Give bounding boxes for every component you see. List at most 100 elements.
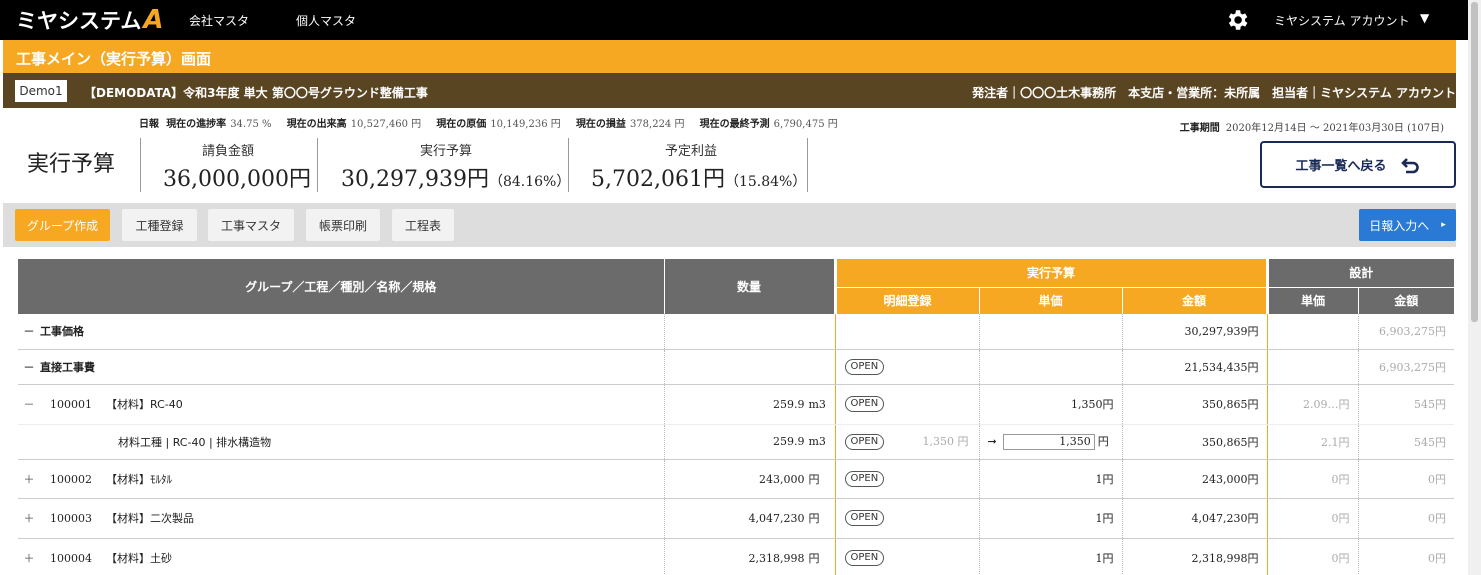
chevron-down-icon[interactable]: ▼ — [1420, 11, 1429, 25]
row-name: 材料工種 | RC-40 | 排水構造物 — [18, 424, 665, 460]
register-work-type-button[interactable]: 工種登録 — [122, 209, 197, 241]
metric-label: 予定利益 — [664, 144, 717, 159]
budget-amount: 350,865円 — [1122, 424, 1268, 460]
return-icon — [1400, 157, 1419, 173]
metric-percent: （15.84%） — [724, 174, 807, 190]
summary-panel: 日報 現在の進捗率 34.75 % 現在の出来高 10,527,460 円 現在の原… — [3, 108, 1456, 203]
arrow-right-icon: ▸ — [1441, 220, 1446, 230]
row-unit: 円 — [808, 512, 820, 525]
create-group-button[interactable]: グループ作成 — [15, 209, 110, 241]
design-amount: 6,903,275円 — [1358, 314, 1455, 350]
budget-unit-price: 1,350円 — [979, 384, 1123, 425]
unit-price-input[interactable]: 1,350 — [1002, 434, 1095, 450]
contract-amount: 請負金額 36,000,000円 — [163, 140, 311, 193]
period-value: 2020年12月14日 〜 2021年03月30日 (107日) — [1225, 123, 1444, 134]
stat-value: 10,149,236 円 — [490, 119, 561, 130]
row-unit: m3 — [808, 397, 826, 411]
col-budget-header: 実行予算 — [835, 259, 1269, 288]
row-unit: 円 — [808, 472, 820, 486]
execution-budget: 実行予算 30,297,939円（84.16%） — [341, 140, 570, 193]
expand-toggle[interactable]: ＋ — [18, 510, 40, 526]
toolbar: グループ作成 工種登録 工事マスタ 帳票印刷 工程表 日報入力へ ▸ — [3, 203, 1456, 247]
table-row: －工事価格 30,297,939円 6,903,275円 — [18, 314, 1455, 350]
metric-percent: （84.16%） — [488, 174, 571, 190]
collapse-toggle[interactable]: － — [18, 323, 40, 339]
project-info-bar: Demo1 【DEMODATA】令和3年度 単大 第〇〇号グラウンド整備工事 発… — [3, 73, 1456, 108]
stat-value: 10,527,460 円 — [350, 119, 422, 130]
schedule-button[interactable]: 工程表 — [392, 209, 454, 241]
gear-icon[interactable] — [1224, 7, 1250, 33]
row-code: 100003 — [50, 512, 92, 525]
row-code: 100004 — [50, 552, 92, 565]
open-button[interactable]: OPEN — [844, 396, 885, 412]
demo-badge: Demo1 — [15, 80, 67, 102]
open-button[interactable]: OPEN — [844, 550, 885, 566]
design-amount: 0円 — [1358, 459, 1455, 499]
row-qty: 259.9 — [773, 397, 805, 411]
budget-amount: 30,297,939円 — [1122, 314, 1268, 350]
stat-label: 現在の最終予測 — [699, 119, 770, 130]
project-name: 【DEMODATA】令和3年度 単大 第〇〇号グラウンド整備工事 — [84, 86, 428, 100]
row-qty: 259.9 — [773, 435, 805, 448]
nav-company-master[interactable]: 会社マスタ — [189, 12, 249, 29]
period-label: 工事期間 — [1179, 123, 1220, 134]
open-button[interactable]: OPEN — [844, 510, 885, 526]
row-code: 100002 — [50, 472, 92, 486]
table-row: ＋ 100003 【材料】二次製品 4,047,230 円 OPEN 1円 4,047… — [18, 498, 1455, 539]
budget-unit-price: 1円 — [979, 459, 1123, 499]
design-amount: 0円 — [1358, 498, 1455, 539]
divider — [807, 138, 808, 192]
back-button-label: 工事一覧へ戻る — [1295, 159, 1387, 174]
row-qty: 243,000 — [759, 472, 805, 486]
expand-toggle[interactable]: ＋ — [18, 550, 40, 566]
stat-value: 378,224 円 — [629, 119, 685, 130]
divider — [568, 138, 569, 192]
design-unit-price: 0円 — [1267, 459, 1359, 499]
table-row: －直接工事費 OPEN 21,534,435円 6,903,275円 — [18, 349, 1455, 385]
daily-report-button[interactable]: 日報入力へ ▸ — [1359, 209, 1456, 241]
row-name: 【材料】RC-40 — [106, 398, 183, 411]
row-name: 直接工事費 — [40, 360, 95, 374]
stat-value: 34.75 % — [230, 119, 272, 130]
open-button[interactable]: OPEN — [844, 358, 885, 375]
table-row: ＋ 100004 【材料】土砂 2,318,998 円 OPEN 1円 2,318,9… — [18, 538, 1455, 575]
stat-label: 現在の損益 — [575, 119, 626, 130]
nav-personal-master[interactable]: 個人マスタ — [296, 12, 356, 29]
design-unit-price: 0円 — [1267, 498, 1359, 539]
arrow-right-icon: ➞ — [987, 435, 997, 448]
table-row: 材料工種 | RC-40 | 排水構造物 259.9 m3 OPEN 1,350 円… — [18, 424, 1455, 460]
expand-toggle[interactable]: ＋ — [18, 471, 40, 487]
col-design-header: 設計 — [1267, 259, 1455, 288]
design-amount: 0円 — [1358, 538, 1455, 575]
logo-text: ミヤシステム — [16, 9, 142, 33]
account-menu[interactable]: ミヤシステム アカウント — [1274, 12, 1409, 29]
print-forms-button[interactable]: 帳票印刷 — [306, 209, 380, 241]
col-unit-price-header: 単価 — [979, 287, 1123, 314]
work-master-button[interactable]: 工事マスタ — [208, 209, 294, 241]
open-button[interactable]: OPEN — [844, 433, 885, 450]
stat-label: 日報 — [139, 119, 159, 130]
row-code: 100001 — [50, 398, 92, 411]
budget-title: 実行予算 — [27, 152, 116, 177]
planned-profit: 予定利益 5,702,061円（15.84%） — [591, 140, 806, 193]
col-name-header: グループ／工程／種別／名称／規格 — [18, 259, 665, 314]
client-info: 発注者｜〇〇〇土木事務所 本支店・営業所：未所属 担当者｜ミヤシステム アカウン… — [972, 86, 1456, 100]
design-amount: 545円 — [1358, 424, 1455, 460]
metric-value: 30,297,939円（84.16%） — [341, 161, 570, 193]
collapse-toggle[interactable]: － — [18, 359, 40, 375]
back-to-list-button[interactable]: 工事一覧へ戻る — [1260, 141, 1456, 188]
progress-stats: 日報 現在の進捗率 34.75 % 現在の出来高 10,527,460 円 現在の原… — [139, 115, 850, 130]
design-amount: 545円 — [1358, 384, 1455, 425]
collapse-toggle[interactable]: － — [18, 396, 40, 412]
stat-label: 現在の原価 — [436, 119, 487, 130]
row-name: 【材料】土砂 — [106, 552, 172, 565]
row-qty: 2,318,998 — [748, 552, 805, 565]
app-logo[interactable]: ミヤシステム A — [16, 5, 164, 35]
top-nav: ミヤシステム A 会社マスタ 個人マスタ ミヤシステム アカウント ▼ — [0, 0, 1468, 40]
budget-amount: 243,000円 — [1122, 459, 1268, 499]
metric-value: 36,000,000円 — [163, 161, 311, 193]
col-amount-header: 金額 — [1122, 287, 1269, 314]
vertical-scrollbar[interactable] — [1468, 0, 1481, 575]
scrollbar-thumb[interactable] — [1471, 2, 1478, 322]
open-button[interactable]: OPEN — [844, 470, 885, 487]
